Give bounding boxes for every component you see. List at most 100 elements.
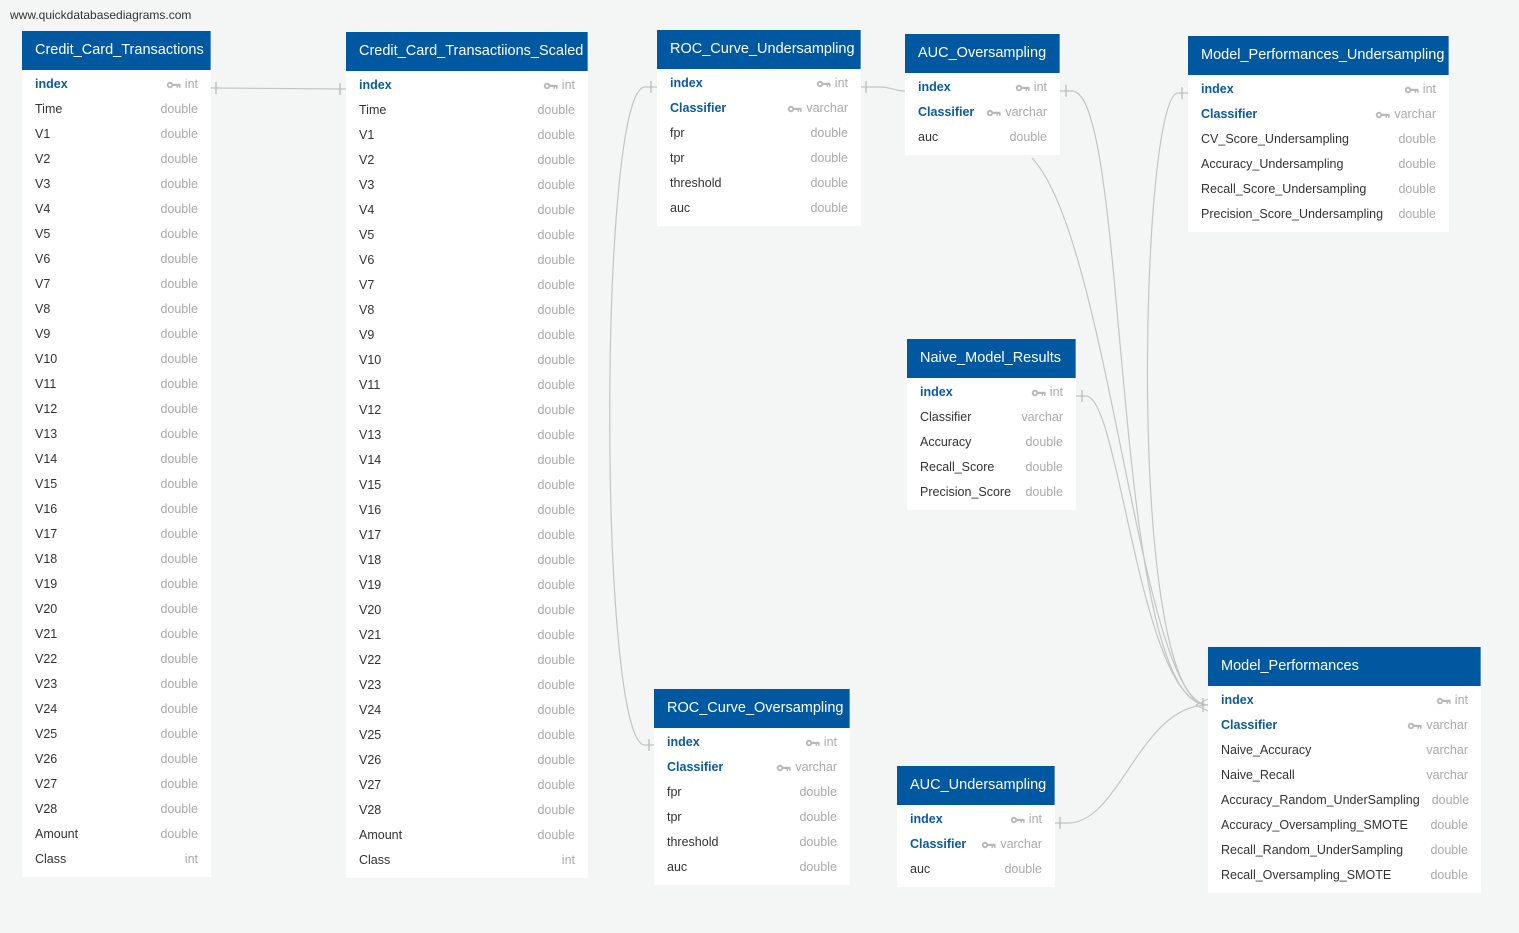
- field-row[interactable]: Classifier varchar: [1208, 713, 1481, 738]
- table-model-performances[interactable]: Model_Performances index int Classifier varc…: [1208, 647, 1481, 893]
- field-row[interactable]: V18 double: [346, 548, 588, 573]
- table-credit-card-transactions-scaled[interactable]: Credit_Card_Transactiions_Scaled index int…: [346, 32, 588, 878]
- field-row[interactable]: Amount double: [22, 822, 211, 847]
- field-row[interactable]: V26 double: [22, 747, 211, 772]
- field-row[interactable]: auc double: [905, 125, 1060, 150]
- field-row[interactable]: Recall_Score_Undersampling double: [1188, 177, 1449, 202]
- field-row[interactable]: Recall_Oversampling_SMOTE double: [1208, 863, 1481, 888]
- field-row[interactable]: Classifier varchar: [654, 755, 850, 780]
- field-row[interactable]: Amount double: [346, 823, 588, 848]
- field-row[interactable]: Classifier varchar: [657, 96, 861, 121]
- field-row[interactable]: index int: [22, 72, 211, 97]
- field-row[interactable]: V13 double: [22, 422, 211, 447]
- table-header[interactable]: Model_Performances: [1208, 647, 1481, 686]
- field-row[interactable]: V9 double: [346, 323, 588, 348]
- table-header[interactable]: Credit_Card_Transactions: [22, 31, 211, 70]
- field-row[interactable]: tpr double: [657, 146, 861, 171]
- field-row[interactable]: Classifier varchar: [905, 100, 1060, 125]
- field-row[interactable]: V3 double: [346, 173, 588, 198]
- field-row[interactable]: V2 double: [22, 147, 211, 172]
- field-row[interactable]: fpr double: [657, 121, 861, 146]
- field-row[interactable]: V19 double: [346, 573, 588, 598]
- field-row[interactable]: V20 double: [22, 597, 211, 622]
- field-row[interactable]: V4 double: [22, 197, 211, 222]
- field-row[interactable]: V9 double: [22, 322, 211, 347]
- field-row[interactable]: V25 double: [22, 722, 211, 747]
- field-row[interactable]: V11 double: [346, 373, 588, 398]
- field-row[interactable]: index int: [657, 71, 861, 96]
- table-roc-curve-undersampling[interactable]: ROC_Curve_Undersampling index int Classifie…: [657, 30, 861, 226]
- table-header[interactable]: AUC_Undersampling: [897, 766, 1055, 805]
- field-row[interactable]: V14 double: [346, 448, 588, 473]
- field-row[interactable]: V17 double: [346, 523, 588, 548]
- field-row[interactable]: threshold double: [657, 171, 861, 196]
- field-row[interactable]: index int: [1188, 77, 1449, 102]
- field-row[interactable]: V21 double: [22, 622, 211, 647]
- field-row[interactable]: V5 double: [346, 223, 588, 248]
- field-row[interactable]: auc double: [654, 855, 850, 880]
- field-row[interactable]: index int: [1208, 688, 1481, 713]
- table-header[interactable]: Naive_Model_Results: [907, 339, 1076, 378]
- field-row[interactable]: V13 double: [346, 423, 588, 448]
- field-row[interactable]: V20 double: [346, 598, 588, 623]
- field-row[interactable]: V18 double: [22, 547, 211, 572]
- field-row[interactable]: Time double: [346, 98, 588, 123]
- field-row[interactable]: auc double: [897, 857, 1055, 882]
- field-row[interactable]: CV_Score_Undersampling double: [1188, 127, 1449, 152]
- field-row[interactable]: V12 double: [346, 398, 588, 423]
- field-row[interactable]: Accuracy_Oversampling_SMOTE double: [1208, 813, 1481, 838]
- field-row[interactable]: V10 double: [22, 347, 211, 372]
- field-row[interactable]: Class int: [346, 848, 588, 873]
- field-row[interactable]: Naive_Recall varchar: [1208, 763, 1481, 788]
- field-row[interactable]: V10 double: [346, 348, 588, 373]
- field-row[interactable]: Accuracy_Random_UnderSampling double: [1208, 788, 1481, 813]
- field-row[interactable]: V24 double: [346, 698, 588, 723]
- field-row[interactable]: index int: [907, 380, 1076, 405]
- table-auc-undersampling[interactable]: AUC_Undersampling index int Classifier varch…: [897, 766, 1055, 887]
- field-row[interactable]: Classifier varchar: [897, 832, 1055, 857]
- field-row[interactable]: V15 double: [346, 473, 588, 498]
- field-row[interactable]: V1 double: [22, 122, 211, 147]
- field-row[interactable]: index int: [346, 73, 588, 98]
- field-row[interactable]: Recall_Score double: [907, 455, 1076, 480]
- table-credit-card-transactions[interactable]: Credit_Card_Transactions index int Time doub…: [22, 31, 211, 877]
- table-header[interactable]: Model_Performances_Undersampling: [1188, 36, 1449, 75]
- field-row[interactable]: V22 double: [22, 647, 211, 672]
- field-row[interactable]: V23 double: [346, 673, 588, 698]
- field-row[interactable]: V24 double: [22, 697, 211, 722]
- field-row[interactable]: Recall_Random_UnderSampling double: [1208, 838, 1481, 863]
- field-row[interactable]: Classifier varchar: [1188, 102, 1449, 127]
- field-row[interactable]: V11 double: [22, 372, 211, 397]
- field-row[interactable]: index int: [654, 730, 850, 755]
- field-row[interactable]: V23 double: [22, 672, 211, 697]
- field-row[interactable]: Accuracy double: [907, 430, 1076, 455]
- table-header[interactable]: ROC_Curve_Oversampling: [654, 689, 850, 728]
- field-row[interactable]: V8 double: [22, 297, 211, 322]
- field-row[interactable]: Naive_Accuracy varchar: [1208, 738, 1481, 763]
- table-model-performances-undersampling[interactable]: Model_Performances_Undersampling index int…: [1188, 36, 1449, 232]
- field-row[interactable]: Precision_Score_Undersampling double: [1188, 202, 1449, 227]
- field-row[interactable]: index int: [897, 807, 1055, 832]
- field-row[interactable]: V6 double: [22, 247, 211, 272]
- field-row[interactable]: Time double: [22, 97, 211, 122]
- field-row[interactable]: V16 double: [22, 497, 211, 522]
- table-roc-curve-oversampling[interactable]: ROC_Curve_Oversampling index int Classifier…: [654, 689, 850, 885]
- table-header[interactable]: ROC_Curve_Undersampling: [657, 30, 861, 69]
- field-row[interactable]: Classifier varchar: [907, 405, 1076, 430]
- field-row[interactable]: V16 double: [346, 498, 588, 523]
- field-row[interactable]: V6 double: [346, 248, 588, 273]
- field-row[interactable]: auc double: [657, 196, 861, 221]
- field-row[interactable]: V7 double: [22, 272, 211, 297]
- field-row[interactable]: V14 double: [22, 447, 211, 472]
- field-row[interactable]: V15 double: [22, 472, 211, 497]
- field-row[interactable]: V8 double: [346, 298, 588, 323]
- field-row[interactable]: V28 double: [22, 797, 211, 822]
- field-row[interactable]: V5 double: [22, 222, 211, 247]
- table-header[interactable]: AUC_Oversampling: [905, 34, 1060, 73]
- table-naive-model-results[interactable]: Naive_Model_Results index int Classifier var…: [907, 339, 1076, 510]
- field-row[interactable]: Precision_Score double: [907, 480, 1076, 505]
- field-row[interactable]: V26 double: [346, 748, 588, 773]
- field-row[interactable]: threshold double: [654, 830, 850, 855]
- field-row[interactable]: V1 double: [346, 123, 588, 148]
- field-row[interactable]: Accuracy_Undersampling double: [1188, 152, 1449, 177]
